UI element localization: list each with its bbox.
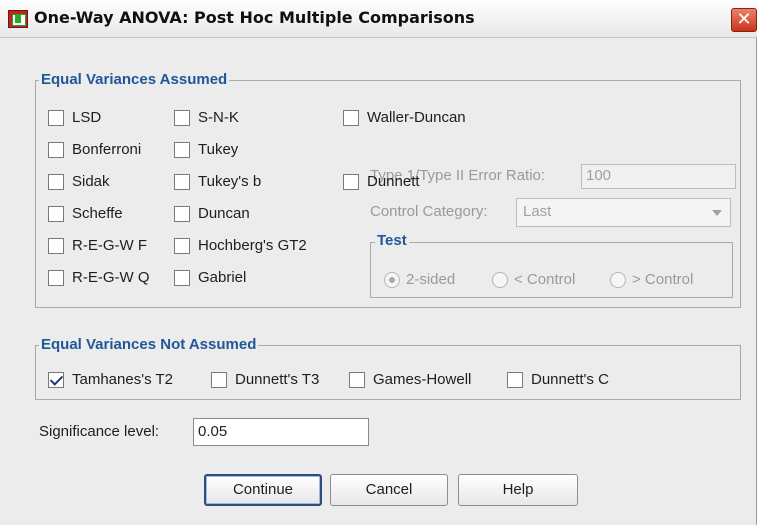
gabriel-label: Gabriel	[198, 269, 247, 286]
duncan-label: Duncan	[198, 205, 250, 222]
control-category-label: Control Category:	[370, 203, 488, 220]
chevron-down-icon	[712, 210, 722, 216]
post-hoc-dialog: One-Way ANOVA: Post Hoc Multiple Compari…	[0, 0, 757, 525]
snk-label: S-N-K	[198, 109, 239, 126]
hochberg-gt2-label: Hochberg's GT2	[198, 237, 307, 254]
regw-q-checkbox[interactable]	[48, 270, 64, 286]
error-ratio-input[interactable]: 100	[581, 164, 736, 189]
regw-f-checkbox[interactable]	[48, 238, 64, 254]
tukey-checkbox[interactable]	[174, 142, 190, 158]
bonferroni-checkbox[interactable]	[48, 142, 64, 158]
dunnetts-t3-label: Dunnett's T3	[235, 371, 320, 388]
control-category-select[interactable]: Last	[516, 198, 731, 227]
hochberg-gt2-checkbox[interactable]	[174, 238, 190, 254]
test-group-label: Test	[375, 232, 409, 249]
greater-than-control-label: > Control	[632, 271, 694, 288]
test-group	[370, 242, 733, 298]
less-than-control-label: < Control	[514, 271, 576, 288]
dunnett-label: Dunnett	[367, 173, 420, 190]
regw-q-label: R-E-G-W Q	[72, 269, 150, 286]
title-bar: One-Way ANOVA: Post Hoc Multiple Compari…	[0, 0, 757, 38]
spss-dialog-icon	[8, 10, 28, 28]
continue-button[interactable]: Continue	[204, 474, 322, 506]
lsd-label: LSD	[72, 109, 102, 126]
regw-f-label: R-E-G-W F	[72, 237, 147, 254]
greater-than-control-radio[interactable]	[610, 272, 626, 288]
snk-checkbox[interactable]	[174, 110, 190, 126]
equal-variances-not-assumed-label: Equal Variances Not Assumed	[39, 336, 259, 353]
tukeys-b-label: Tukey's b	[198, 173, 262, 190]
tukeys-b-checkbox[interactable]	[174, 174, 190, 190]
significance-level-input[interactable]: 0.05	[193, 418, 369, 446]
duncan-checkbox[interactable]	[174, 206, 190, 222]
significance-level-label: Significance level:	[39, 423, 160, 440]
dunnetts-c-label: Dunnett's C	[531, 371, 609, 388]
sidak-label: Sidak	[72, 173, 110, 190]
waller-duncan-label: Waller-Duncan	[367, 109, 466, 126]
scheffe-checkbox[interactable]	[48, 206, 64, 222]
two-sided-radio[interactable]	[384, 272, 400, 288]
equal-variances-assumed-label: Equal Variances Assumed	[39, 71, 230, 88]
close-button[interactable]: ✕	[731, 8, 757, 32]
dunnett-checkbox[interactable]	[343, 174, 359, 190]
cancel-button[interactable]: Cancel	[330, 474, 448, 506]
window-title: One-Way ANOVA: Post Hoc Multiple Compari…	[34, 8, 475, 27]
lsd-checkbox[interactable]	[48, 110, 64, 126]
control-category-value: Last	[523, 203, 552, 220]
two-sided-label: 2-sided	[406, 271, 456, 288]
bonferroni-label: Bonferroni	[72, 141, 142, 158]
help-button[interactable]: Help	[458, 474, 578, 506]
scheffe-label: Scheffe	[72, 205, 123, 222]
less-than-control-radio[interactable]	[492, 272, 508, 288]
tamhanes-t2-label: Tamhanes's T2	[72, 371, 173, 388]
sidak-checkbox[interactable]	[48, 174, 64, 190]
waller-duncan-checkbox[interactable]	[343, 110, 359, 126]
dunnetts-c-checkbox[interactable]	[507, 372, 523, 388]
games-howell-checkbox[interactable]	[349, 372, 365, 388]
dunnetts-t3-checkbox[interactable]	[211, 372, 227, 388]
tamhanes-t2-checkbox[interactable]	[48, 372, 64, 388]
gabriel-checkbox[interactable]	[174, 270, 190, 286]
tukey-label: Tukey	[198, 141, 239, 158]
games-howell-label: Games-Howell	[373, 371, 472, 388]
